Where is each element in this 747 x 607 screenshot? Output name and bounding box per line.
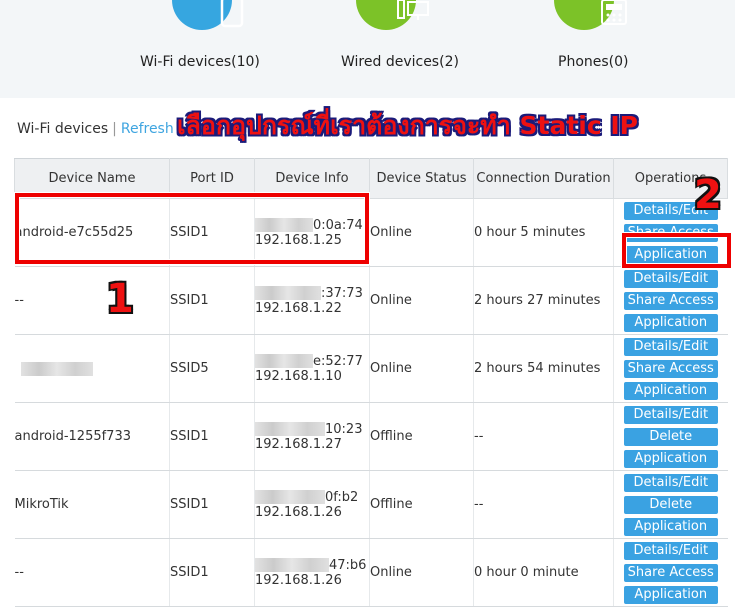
ip-address: 192.168.1.26 xyxy=(255,572,342,588)
details-edit-button[interactable]: Details/Edit xyxy=(623,269,718,288)
tab-label: Wi-Fi devices(10) xyxy=(140,54,260,70)
mobile-phone-icon xyxy=(172,0,244,30)
highlight-device-row xyxy=(15,193,369,264)
port-id: SSID1 xyxy=(169,402,255,471)
delete-button[interactable]: Delete xyxy=(623,427,718,446)
device-category-bar: Wi-Fi devices(10) Wired devices(2) Phone… xyxy=(0,0,735,98)
details-edit-button[interactable]: Details/Edit xyxy=(623,405,718,424)
mac-tail: 0f:b2 xyxy=(325,489,359,505)
connection-duration: 2 hours 54 minutes xyxy=(473,334,614,403)
application-button[interactable]: Application xyxy=(623,313,718,332)
col-connection-duration: Connection Duration xyxy=(473,158,614,199)
operations-cell: Details/Edit Share Access Application xyxy=(613,266,728,335)
mac-tail: 10:23 xyxy=(325,421,363,437)
redacted-mac xyxy=(255,558,329,572)
ip-address: 192.168.1.27 xyxy=(255,436,342,452)
device-status: Online xyxy=(369,266,474,335)
section-title: Wi-Fi devices xyxy=(17,121,109,137)
application-button[interactable]: Application xyxy=(623,585,718,604)
computer-monitor-icon xyxy=(356,0,429,30)
connection-duration: -- xyxy=(473,402,614,471)
share-access-button[interactable]: Share Access xyxy=(623,563,718,582)
ip-address: 192.168.1.10 xyxy=(255,368,342,384)
mac-tail: :37:73 xyxy=(321,285,363,301)
mac-tail: e:52:77 xyxy=(313,353,363,369)
section-header: Wi-Fi devices | Refresh xyxy=(17,121,174,137)
device-name: -- xyxy=(14,266,170,335)
port-id: SSID1 xyxy=(169,266,255,335)
title-separator: | xyxy=(112,121,117,137)
application-button[interactable]: Application xyxy=(623,381,718,400)
device-status: Offline xyxy=(369,470,474,539)
device-info: 0f:b2 192.168.1.26 xyxy=(254,470,370,539)
annotation-marker-2: 2 xyxy=(694,172,722,218)
connection-duration: 2 hours 27 minutes xyxy=(473,266,614,335)
device-name: MikroTik xyxy=(14,470,170,539)
share-access-button[interactable]: Share Access xyxy=(623,291,718,310)
refresh-link[interactable]: Refresh xyxy=(121,121,174,137)
device-info: e:52:77 192.168.1.10 xyxy=(254,334,370,403)
telephone-icon xyxy=(554,0,627,30)
col-device-status: Device Status xyxy=(369,158,474,199)
redacted-mac xyxy=(255,490,325,504)
details-edit-button[interactable]: Details/Edit xyxy=(623,541,718,560)
operations-cell: Details/Edit Delete Application xyxy=(613,470,728,539)
tab-label: Phones(0) xyxy=(558,54,629,70)
port-id: SSID1 xyxy=(169,470,255,539)
delete-button[interactable]: Delete xyxy=(623,495,718,514)
mac-tail: 47:b6 xyxy=(329,557,367,573)
share-access-button[interactable]: Share Access xyxy=(623,359,718,378)
redacted-mac xyxy=(255,422,325,436)
device-status: Online xyxy=(369,198,474,267)
device-status: Offline xyxy=(369,402,474,471)
instruction-annotation: เลือกอุปกรณ์ที่เราต้องการจะทำ Static IP xyxy=(177,111,638,140)
redacted-mac xyxy=(255,354,313,368)
table-row: MikroTik SSID1 0f:b2 192.168.1.26 Offlin… xyxy=(14,470,728,539)
application-button[interactable]: Application xyxy=(623,449,718,468)
ip-address: 192.168.1.26 xyxy=(255,504,342,520)
device-name xyxy=(14,334,170,403)
application-button[interactable]: Application xyxy=(623,517,718,536)
table-row: android-1255f733 SSID1 10:23 192.168.1.2… xyxy=(14,402,728,471)
operations-cell: Details/Edit Delete Application xyxy=(613,402,728,471)
table-row: SSID5 e:52:77 192.168.1.10 Online 2 hour… xyxy=(14,334,728,403)
annotation-marker-1: 1 xyxy=(106,276,134,322)
device-status: Online xyxy=(369,538,474,607)
device-info: 47:b6 192.168.1.26 xyxy=(254,538,370,607)
details-edit-button[interactable]: Details/Edit xyxy=(623,337,718,356)
port-id: SSID1 xyxy=(169,538,255,607)
highlight-application-button xyxy=(622,233,731,268)
connection-duration: -- xyxy=(473,470,614,539)
device-name: -- xyxy=(14,538,170,607)
operations-cell: Details/Edit Share Access Application xyxy=(613,334,728,403)
device-info: :37:73 192.168.1.22 xyxy=(254,266,370,335)
device-name: android-1255f733 xyxy=(14,402,170,471)
device-info: 10:23 192.168.1.27 xyxy=(254,402,370,471)
tab-label: Wired devices(2) xyxy=(341,54,459,70)
redacted-device-name xyxy=(20,361,93,376)
connection-duration: 0 hour 0 minute xyxy=(473,538,614,607)
table-row: -- SSID1 47:b6 192.168.1.26 Online 0 hou… xyxy=(14,538,728,607)
details-edit-button[interactable]: Details/Edit xyxy=(623,473,718,492)
device-status: Online xyxy=(369,334,474,403)
port-id: SSID5 xyxy=(169,334,255,403)
connection-duration: 0 hour 5 minutes xyxy=(473,198,614,267)
operations-cell: Details/Edit Share Access Application xyxy=(613,538,728,607)
redacted-mac xyxy=(255,286,321,300)
ip-address: 192.168.1.22 xyxy=(255,300,342,316)
